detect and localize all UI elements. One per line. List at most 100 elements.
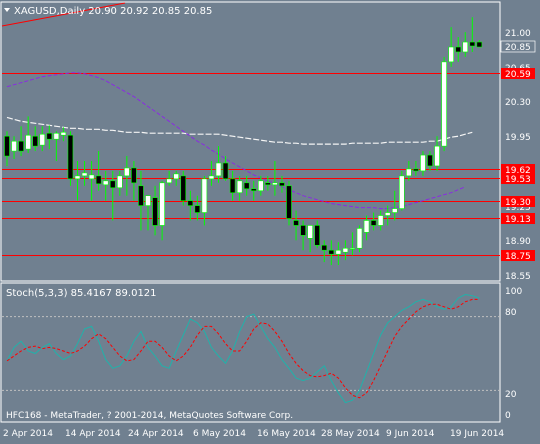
chart-title: XAGUSD,Daily 20.90 20.92 20.85 20.85 [4,6,212,17]
price-axis: 21.00 20.65 20.30 19.95 19.25 18.90 18.5… [505,29,531,282]
candle-body [391,208,398,213]
price-tick: 21.00 [505,29,531,39]
date-label: 16 May 2014 [257,429,316,439]
candle-body [476,41,483,48]
candle-body [180,175,187,201]
candle-body [455,46,462,53]
stoch-tick: 20 [505,390,517,400]
candle-body [286,185,292,219]
ma-fast-line [6,72,466,210]
candle-body [60,131,67,136]
candle-body [39,133,46,146]
level-label: 19.30 [505,198,531,208]
candle-body [363,220,370,233]
stoch-axis: 100 80 20 0 [505,287,522,421]
chart-canvas[interactable]: 21.00 20.65 20.30 19.95 19.25 18.90 18.5… [0,0,540,440]
candle-body [307,225,313,239]
stoch-signal-line [6,298,480,399]
price-tick: 20.30 [505,98,531,108]
candle-body [95,175,102,185]
candle-body [159,182,165,226]
candle-body [349,247,356,250]
candle-body [257,180,264,192]
candle-body [469,41,476,47]
candle-body [427,154,433,167]
date-label: 6 May 2014 [193,429,246,439]
stoch-pane-frame [0,282,501,423]
candle-body [250,188,257,192]
candle-body [215,162,222,177]
candle-body [222,162,229,180]
level-label: 19.53 [505,175,531,185]
date-label: 19 Jun 2014 [450,429,504,439]
candle-body [448,46,454,63]
current-price-marker: 20.85 [500,40,536,53]
candle-body [229,178,236,194]
price-tick: 19.95 [505,133,531,143]
candle-body [74,175,81,180]
candle-body [18,140,24,152]
candle-body [356,228,363,249]
candle-body [166,178,172,184]
candle-body [201,178,208,213]
candle-body [194,205,201,213]
candle-body [321,244,328,251]
metatrader-chart-window[interactable]: 21.00 20.65 20.30 19.95 19.25 18.90 18.5… [0,0,540,440]
level-label: 19.13 [505,215,531,225]
stoch-level-lines [2,316,500,391]
candle-body [398,175,405,209]
horizontal-levels [1,2,500,256]
candle-body [81,172,88,177]
candle-body [300,225,306,236]
candle-body [293,220,299,226]
candle-body [377,215,384,226]
candle-body [117,175,123,189]
candle-body [342,247,349,253]
candle-body [138,185,144,206]
date-label: 9 Jun 2014 [386,429,435,439]
level-label: 20.59 [505,70,531,80]
candle-body [208,175,215,180]
current-price-label: 20.85 [505,43,531,53]
date-label: 28 May 2014 [321,429,380,439]
candle-body [88,174,95,180]
level-label: 18.75 [505,252,531,262]
candle-body [462,41,469,53]
symbol-info: XAGUSD,Daily 20.90 20.92 20.85 20.85 [14,6,212,17]
candle-body [124,167,130,177]
candle-body [131,167,137,184]
date-label: 2 Apr 2014 [3,429,53,439]
candle-body [413,168,419,172]
candle-body [272,182,278,186]
price-tick: 18.90 [505,237,531,247]
candle-body [25,134,31,150]
price-tick: 18.55 [505,272,531,282]
candle-body [145,195,151,206]
stoch-tick: 80 [505,308,517,318]
candle-body [328,249,335,255]
stoch-label: Stoch(5,3,3) 85.4167 89.0121 [6,288,157,299]
candle-body [236,180,243,194]
candle-body [314,225,321,246]
candle-body [187,200,194,206]
candle-body [4,135,10,157]
date-axis: 2 Apr 2014 14 Apr 2014 24 Apr 2014 6 May… [3,429,504,439]
candle-body [46,132,53,140]
candle-body [441,61,447,147]
candle-body [420,154,426,172]
candles [4,17,483,266]
date-label: 14 Apr 2014 [65,429,121,439]
candle-body [370,220,377,226]
candle-body [152,197,158,226]
stoch-main-line [6,293,480,404]
date-label: 24 Apr 2014 [128,429,184,439]
candle-body [67,134,74,180]
candle-body [53,132,60,140]
dropdown-triangle-icon[interactable] [4,8,10,12]
candle-body [173,173,179,180]
candle-body [384,212,391,216]
stochastic-lines [6,293,480,404]
candle-body [32,135,39,147]
copyright-text: HFC168 - MetaTrader, ? 2001-2014, MetaQu… [6,411,293,421]
candle-body [102,180,109,186]
